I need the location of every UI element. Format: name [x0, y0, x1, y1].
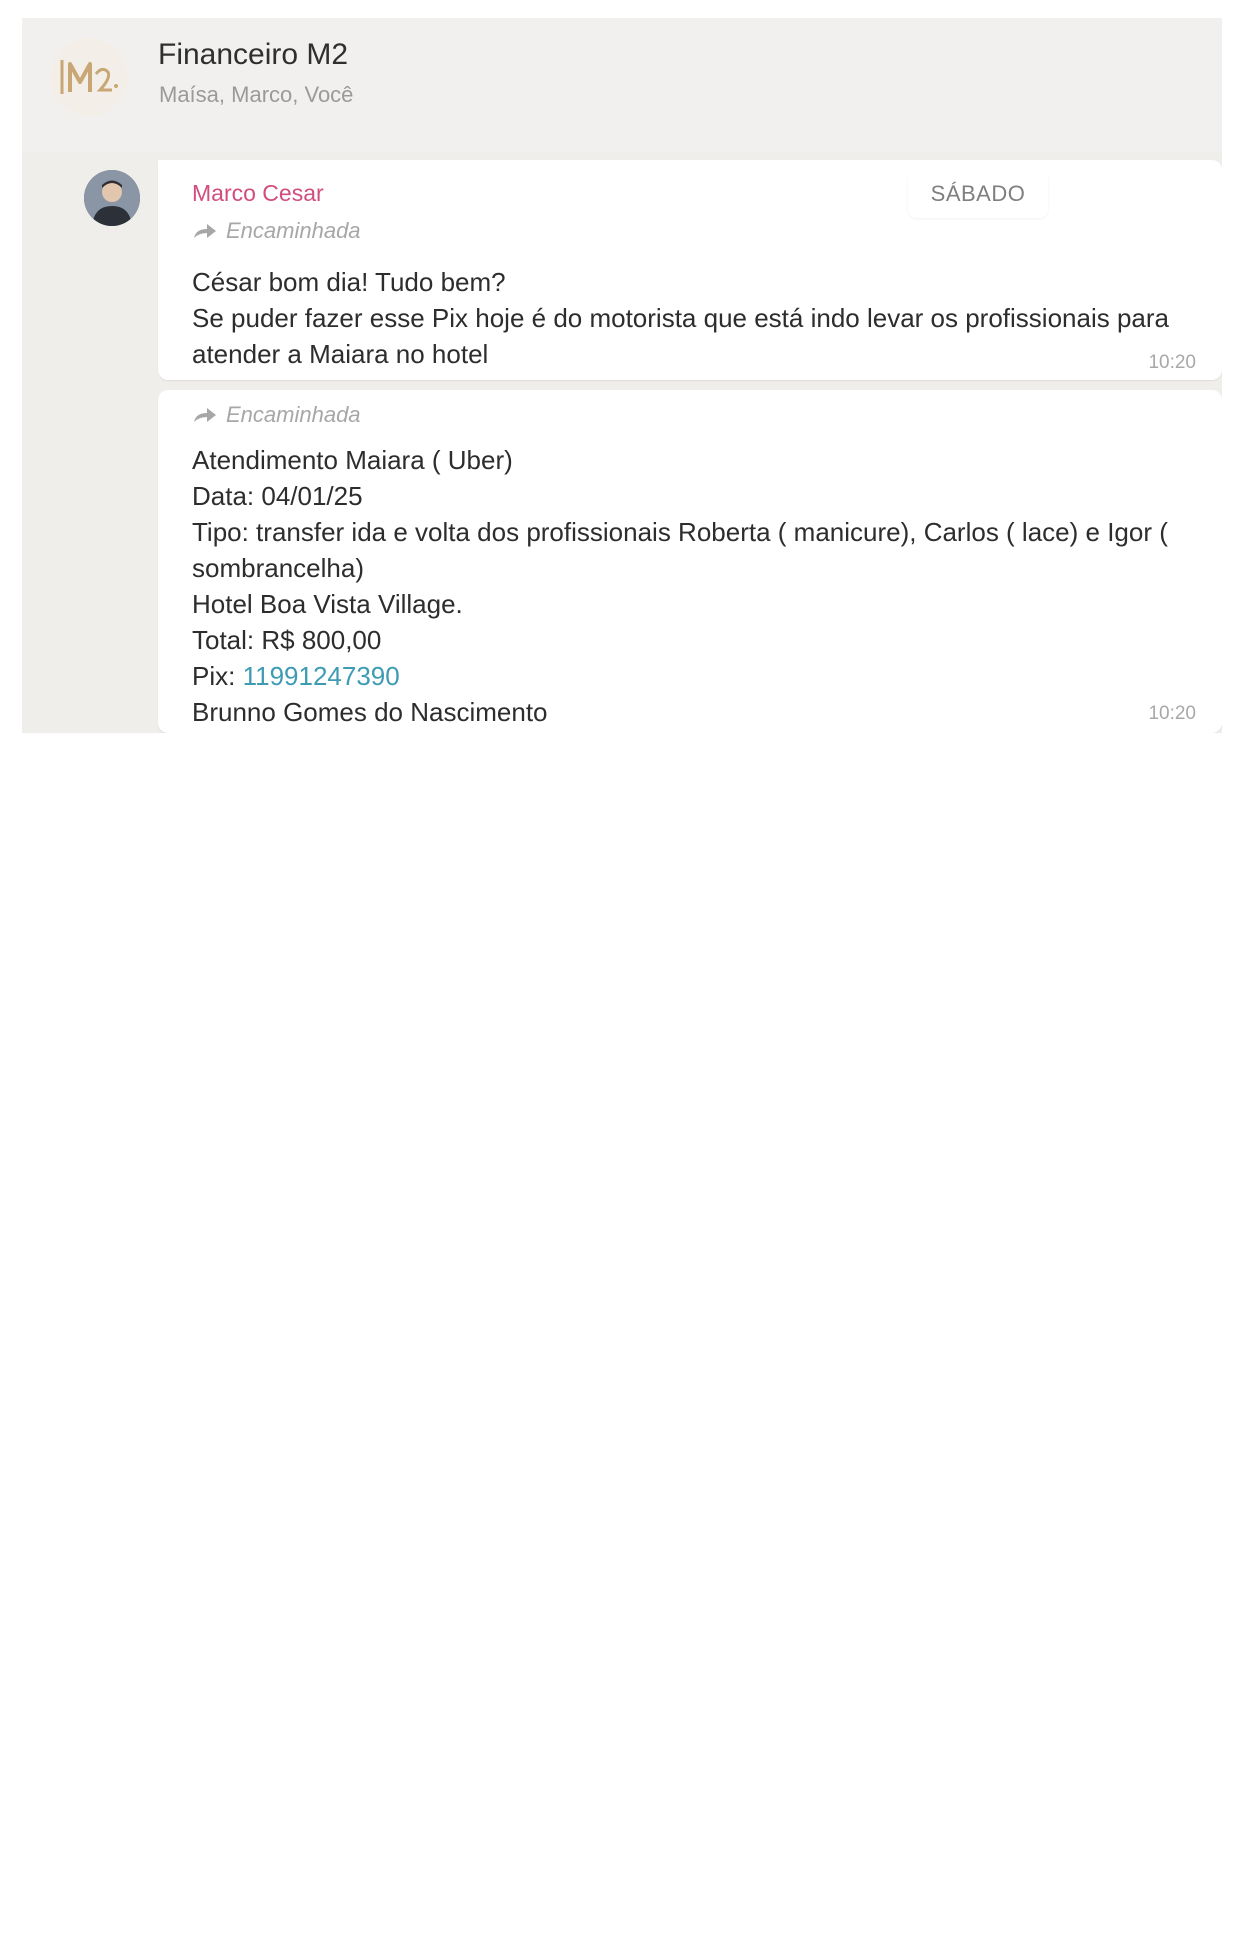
- scanned-page: Financeiro M2 Maísa, Marco, Você Marco C…: [0, 0, 1240, 1948]
- group-members: Maísa, Marco, Você: [159, 82, 354, 107]
- chat-screenshot: Financeiro M2 Maísa, Marco, Você Marco C…: [22, 18, 1222, 733]
- message-line: Hotel Boa Vista Village.: [192, 589, 463, 619]
- forwarded-text: Encaminhada: [226, 218, 361, 243]
- forwarded-text: Encaminhada: [226, 402, 361, 427]
- pix-label: Pix:: [192, 661, 243, 691]
- message-line: Tipo: transfer ida e volta dos profissio…: [192, 517, 1176, 583]
- forward-arrow-icon: [194, 224, 216, 238]
- chat-header[interactable]: Financeiro M2 Maísa, Marco, Você: [22, 18, 1222, 152]
- forward-arrow-icon: [194, 408, 216, 422]
- message-line: Se puder fazer esse Pix hoje é do motori…: [192, 303, 1177, 369]
- forwarded-label: Encaminhada: [192, 402, 361, 428]
- sender-name[interactable]: Marco Cesar: [192, 180, 324, 207]
- message-time: 10:20: [1148, 703, 1196, 724]
- pix-number-link[interactable]: 11991247390: [243, 661, 400, 691]
- message-bubble[interactable]: Encaminhada Atendimento Maiara ( Uber) D…: [158, 390, 1222, 733]
- message-line: Atendimento Maiara ( Uber): [192, 445, 513, 475]
- person-avatar-icon: [84, 170, 140, 226]
- date-separator: SÁBADO: [908, 170, 1048, 218]
- sender-avatar[interactable]: [84, 170, 140, 226]
- group-avatar[interactable]: [50, 38, 128, 116]
- m2-logo-icon: [60, 60, 118, 94]
- message-time: 10:20: [1148, 352, 1196, 373]
- group-name: Financeiro M2: [158, 38, 349, 71]
- message-bubble[interactable]: Marco Cesar SÁBADO Encaminhada César bom…: [158, 160, 1222, 380]
- chat-body: Marco Cesar SÁBADO Encaminhada César bom…: [22, 152, 1222, 733]
- forwarded-label: Encaminhada: [192, 218, 361, 244]
- message-line: Brunno Gomes do Nascimento: [192, 697, 548, 727]
- pix-line: Pix: 11991247390: [192, 658, 1196, 694]
- message-line: Data: 04/01/25: [192, 481, 363, 511]
- message-text: César bom dia! Tudo bem? Se puder fazer …: [192, 264, 1196, 372]
- message-line: Total: R$ 800,00: [192, 625, 382, 655]
- message-line: César bom dia! Tudo bem?: [192, 267, 506, 297]
- message-text: Atendimento Maiara ( Uber) Data: 04/01/2…: [192, 442, 1196, 730]
